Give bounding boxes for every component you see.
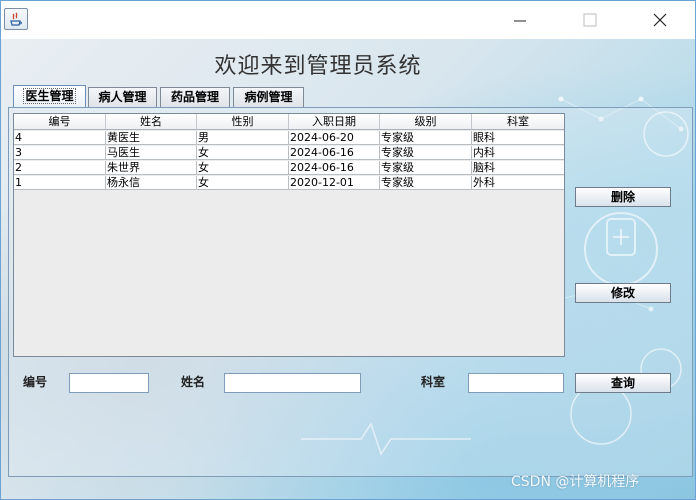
cell-name: 马医生 xyxy=(106,146,197,159)
tab-medicine-management[interactable]: 药品管理 xyxy=(160,87,230,107)
cell-gender: 女 xyxy=(197,161,289,174)
column-header-department[interactable]: 科室 xyxy=(472,114,564,129)
edit-button[interactable]: 修改 xyxy=(575,283,671,303)
table-row[interactable]: 3 马医生 女 2024-06-16 专家级 内科 xyxy=(14,146,564,160)
name-label: 姓名 xyxy=(181,375,206,389)
cell-hire-date: 2020-12-01 xyxy=(289,176,380,189)
cell-name: 杨永信 xyxy=(106,176,197,189)
minimize-button[interactable] xyxy=(497,1,543,39)
cell-level: 专家级 xyxy=(380,161,472,174)
cell-hire-date: 2024-06-16 xyxy=(289,161,380,174)
cell-id: 1 xyxy=(14,176,106,189)
tab-case-management[interactable]: 病例管理 xyxy=(233,87,304,107)
tab-label: 医生管理 xyxy=(23,88,76,104)
department-input[interactable] xyxy=(468,373,564,393)
cell-gender: 男 xyxy=(197,131,289,144)
delete-button[interactable]: 删除 xyxy=(575,187,671,207)
id-label: 编号 xyxy=(23,375,48,389)
watermark-text: CSDN @计算机程序 xyxy=(511,474,640,490)
main-content: 欢迎来到管理员系统 医生管理 病人管理 药品管理 病例管理 编号 姓名 性别 入… xyxy=(1,39,695,499)
tab-label: 药品管理 xyxy=(170,90,219,104)
cell-id: 4 xyxy=(14,131,106,144)
column-header-name[interactable]: 姓名 xyxy=(106,114,197,129)
id-input[interactable] xyxy=(69,373,149,393)
column-header-gender[interactable]: 性别 xyxy=(197,114,289,129)
cell-level: 专家级 xyxy=(380,146,472,159)
maximize-icon xyxy=(583,13,597,27)
name-input[interactable] xyxy=(224,373,361,393)
page-title: 欢迎来到管理员系统 xyxy=(214,54,422,79)
cell-department: 脑科 xyxy=(473,161,495,174)
cell-gender: 女 xyxy=(197,146,289,159)
cell-name: 黄医生 xyxy=(106,131,197,144)
table-header: 编号 姓名 性别 入职日期 级别 科室 xyxy=(14,114,564,130)
cell-id: 2 xyxy=(14,161,106,174)
doctor-table[interactable]: 编号 姓名 性别 入职日期 级别 科室 4 黄医生 男 2024-06-20 专… xyxy=(13,113,565,357)
close-icon xyxy=(653,13,667,27)
minimize-icon xyxy=(514,20,526,22)
table-row[interactable]: 1 杨永信 女 2020-12-01 专家级 外科 xyxy=(14,176,564,190)
close-button[interactable] xyxy=(637,1,683,39)
app-window: 欢迎来到管理员系统 医生管理 病人管理 药品管理 病例管理 编号 姓名 性别 入… xyxy=(0,0,696,500)
table-row[interactable]: 2 朱世界 女 2024-06-16 专家级 脑科 xyxy=(14,161,564,175)
column-header-id[interactable]: 编号 xyxy=(14,114,106,129)
cell-department: 外科 xyxy=(473,176,495,189)
column-header-level[interactable]: 级别 xyxy=(380,114,472,129)
department-label: 科室 xyxy=(421,375,446,389)
cell-hire-date: 2024-06-20 xyxy=(289,131,380,144)
cell-hire-date: 2024-06-16 xyxy=(289,146,380,159)
tab-label: 病人管理 xyxy=(98,90,147,104)
tab-patient-management[interactable]: 病人管理 xyxy=(88,87,157,107)
cell-name: 朱世界 xyxy=(106,161,197,174)
cell-gender: 女 xyxy=(197,176,289,189)
tab-label: 病例管理 xyxy=(244,90,293,104)
maximize-button[interactable] xyxy=(567,1,613,39)
query-button[interactable]: 查询 xyxy=(575,373,671,393)
column-header-hire-date[interactable]: 入职日期 xyxy=(289,114,380,129)
table-row[interactable]: 4 黄医生 男 2024-06-20 专家级 眼科 xyxy=(14,131,564,145)
tab-doctor-management[interactable]: 医生管理 xyxy=(13,85,86,108)
title-bar[interactable] xyxy=(1,1,695,39)
cell-department: 内科 xyxy=(473,146,495,159)
cell-level: 专家级 xyxy=(380,131,472,144)
java-app-icon[interactable] xyxy=(4,8,28,30)
cell-id: 3 xyxy=(14,146,106,159)
cell-department: 眼科 xyxy=(473,131,495,144)
cell-level: 专家级 xyxy=(380,176,472,189)
